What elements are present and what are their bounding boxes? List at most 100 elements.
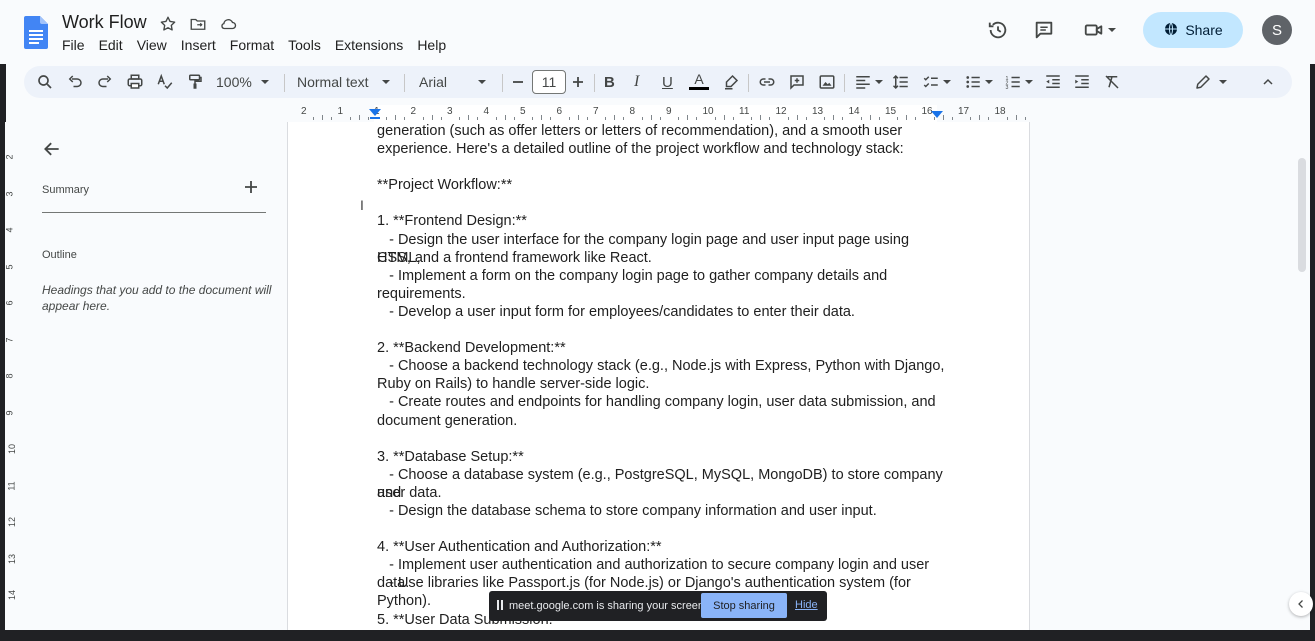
align-left-icon[interactable] (854, 72, 884, 92)
numbered-list-icon[interactable]: 123 (1004, 72, 1034, 92)
decrease-indent-icon[interactable] (1044, 72, 1062, 92)
menu-format[interactable]: Format (230, 37, 281, 53)
decrease-font-size-button[interactable] (511, 72, 525, 92)
ruler-tick (1006, 117, 1008, 120)
version-history-icon[interactable] (986, 18, 1010, 42)
bulleted-list-icon[interactable] (964, 72, 994, 92)
document-line: - Use libraries like Passport.js (for No… (377, 575, 915, 610)
redo-icon[interactable] (96, 72, 114, 92)
zoom-select[interactable]: 100% (216, 72, 272, 92)
ruler-tick (833, 115, 835, 120)
menu-tools[interactable]: Tools (288, 37, 328, 53)
meet-icon[interactable] (1082, 18, 1106, 42)
ruler-tick (331, 117, 333, 120)
svg-text:3: 3 (1006, 85, 1009, 91)
ruler-tick (751, 117, 753, 120)
share-button[interactable]: Share (1143, 12, 1243, 48)
ruler-number: 18 (994, 106, 1006, 117)
ruler-tick (787, 117, 789, 120)
menu-help[interactable]: Help (417, 37, 453, 53)
docs-logo-icon[interactable] (24, 16, 48, 49)
share-label: Share (1185, 22, 1223, 38)
stop-sharing-button[interactable]: Stop sharing (701, 593, 787, 618)
hide-link[interactable]: Hide (795, 599, 818, 611)
ruler-number: 6 (556, 106, 563, 117)
add-summary-icon[interactable] (244, 180, 258, 199)
drag-handle-icon[interactable] (497, 599, 503, 613)
ruler-tick (386, 117, 388, 120)
star-icon[interactable] (158, 14, 178, 34)
back-arrow-icon[interactable] (42, 139, 62, 164)
font-select[interactable]: Arial (419, 72, 491, 92)
ruler-tick (915, 117, 917, 120)
spellcheck-icon[interactable] (156, 72, 174, 92)
ruler-tick (805, 117, 807, 120)
add-comment-icon[interactable] (788, 72, 806, 92)
text-color-icon[interactable]: A (689, 72, 709, 92)
scrollbar-thumb[interactable] (1298, 158, 1306, 272)
side-panel-toggle-icon[interactable] (1289, 592, 1313, 616)
paint-format-icon[interactable] (186, 72, 204, 92)
insert-image-icon[interactable] (818, 72, 836, 92)
increase-font-size-button[interactable] (571, 72, 585, 92)
italic-icon[interactable]: I (634, 72, 639, 92)
checklist-icon[interactable] (922, 72, 952, 92)
collapse-menus-icon[interactable] (1260, 72, 1276, 92)
avatar[interactable]: S (1262, 15, 1292, 45)
menu-insert[interactable]: Insert (181, 37, 223, 53)
insert-link-icon[interactable] (758, 72, 776, 92)
ruler-tick (732, 117, 734, 120)
underline-icon[interactable]: U (662, 72, 673, 92)
document-page[interactable]: generation (such as offer letters or let… (287, 122, 1030, 641)
bold-icon[interactable]: B (604, 72, 615, 92)
move-folder-icon[interactable] (188, 14, 208, 34)
formatting-toolbar: 100% Normal text Arial 11 B I U A 1 2 3 (24, 66, 1292, 98)
search-menus-icon[interactable] (36, 72, 54, 92)
increase-indent-icon[interactable] (1073, 72, 1091, 92)
comments-icon[interactable] (1032, 18, 1056, 42)
ruler-tick (313, 117, 315, 120)
ruler-tick (440, 117, 442, 120)
menu-edit[interactable]: Edit (99, 37, 130, 53)
highlight-icon[interactable] (722, 72, 740, 92)
vertical-ruler-number: 8 (4, 373, 15, 379)
ruler-number: 8 (629, 106, 636, 117)
ruler-number: 2 (410, 106, 417, 117)
ruler-tick (860, 117, 862, 120)
line-spacing-icon[interactable] (892, 72, 910, 92)
undo-icon[interactable] (66, 72, 84, 92)
horizontal-ruler[interactable]: 21123456789101112131415161718 (286, 105, 1030, 122)
document-body[interactable]: generation (such as offer letters or let… (377, 122, 947, 629)
clear-formatting-icon[interactable] (1103, 72, 1121, 92)
ruler-tick (477, 117, 479, 120)
right-indent-marker-icon[interactable] (931, 111, 943, 119)
document-title[interactable]: Work Flow (62, 12, 147, 33)
cloud-status-icon[interactable] (218, 14, 238, 34)
font-value: Arial (419, 74, 448, 90)
ruler-number: 11 (739, 106, 750, 117)
editing-mode-icon[interactable] (1194, 72, 1228, 92)
document-line: - Implement a form on the company login … (377, 267, 888, 284)
ruler-tick (550, 117, 552, 120)
menu-file[interactable]: File (62, 37, 92, 53)
ruler-number: 5 (520, 106, 526, 117)
menu-view[interactable]: View (137, 37, 174, 53)
document-line: experience. Here's a detailed outline of… (377, 141, 904, 158)
paragraph-style-select[interactable]: Normal text (297, 72, 397, 92)
menu-extensions[interactable]: Extensions (335, 37, 410, 53)
ruler-tick (623, 117, 625, 120)
left-indent-marker-icon[interactable] (369, 109, 381, 119)
ruler-tick (614, 115, 616, 120)
ruler-tick (404, 117, 406, 120)
document-line: 3. **Database Setup:** (377, 448, 524, 465)
ruler-number: 2 (301, 106, 307, 117)
document-line: - Choose a backend technology stack (e.g… (377, 358, 945, 375)
font-dropdown-icon (478, 80, 487, 84)
ruler-tick (878, 117, 880, 120)
font-size-input[interactable]: 11 (532, 70, 566, 94)
print-icon[interactable] (126, 72, 144, 92)
meet-dropdown-icon[interactable] (1106, 18, 1118, 42)
vertical-ruler-number: 4 (4, 227, 15, 233)
